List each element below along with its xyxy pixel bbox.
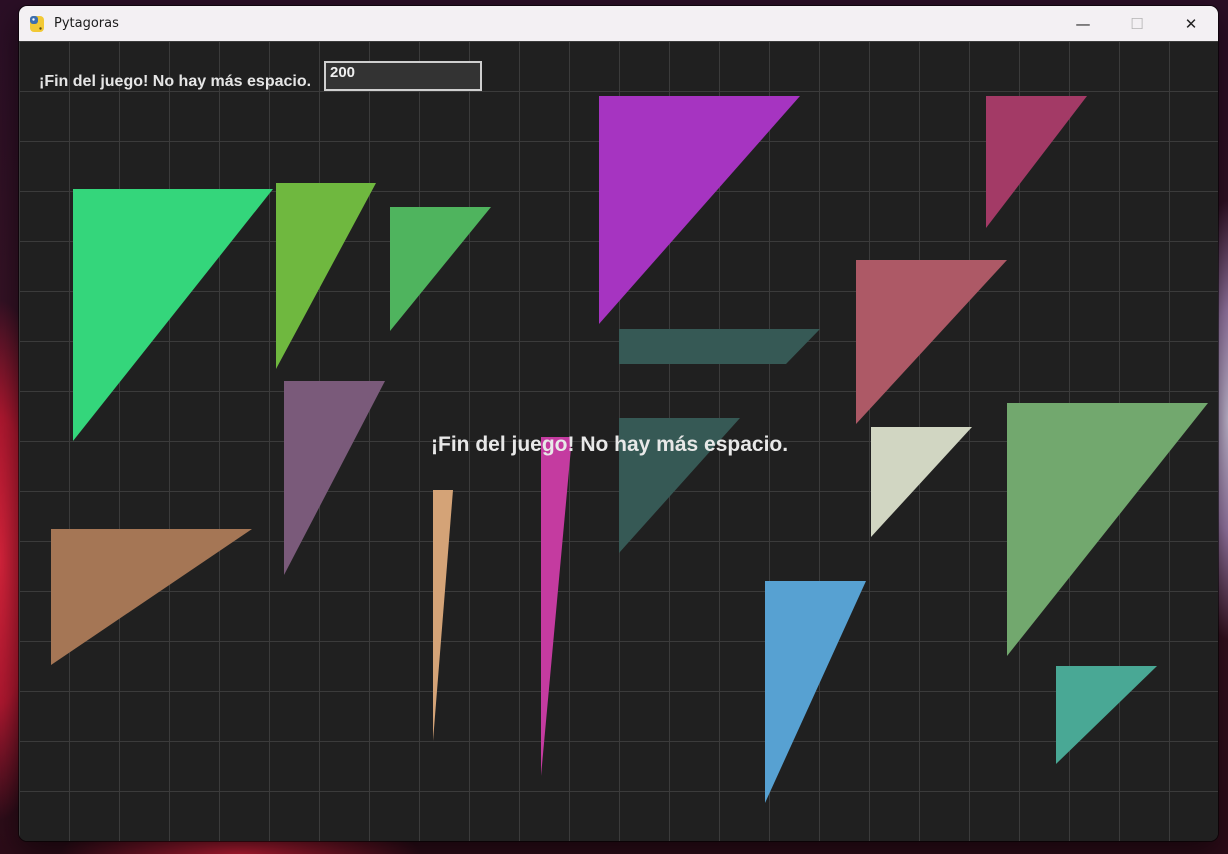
triangle-crimson [986, 96, 1087, 228]
window-controls: — ☐ ✕ [1056, 6, 1218, 41]
python-snake-icon [30, 15, 44, 32]
size-input-value: 200 [330, 64, 356, 81]
close-button[interactable]: ✕ [1164, 6, 1218, 41]
triangle-dark-teal-top [619, 329, 820, 364]
title-bar[interactable]: Pytagoras — ☐ ✕ [19, 6, 1218, 41]
triangle-brown [51, 529, 252, 665]
app-window: Pytagoras — ☐ ✕ ¡Fin del juego! No hay m… [19, 6, 1218, 841]
size-input[interactable]: 200 [324, 61, 482, 91]
triangle-tan-sliver [433, 490, 453, 741]
maximize-button[interactable]: ☐ [1110, 6, 1164, 41]
minimize-button[interactable]: — [1056, 6, 1110, 41]
triangle-medium-green [390, 207, 491, 331]
triangle-green-large [73, 189, 273, 441]
triangle-olive-green [276, 183, 376, 369]
window-title: Pytagoras [54, 16, 119, 31]
triangle-purple [599, 96, 800, 324]
hud-message: ¡Fin del juego! No hay más espacio. [39, 73, 312, 90]
triangle-teal [1056, 666, 1157, 764]
triangle-mauve [284, 381, 385, 575]
game-canvas[interactable]: ¡Fin del juego! No hay más espacio. 200 … [19, 41, 1218, 841]
triangle-light-sage [871, 427, 972, 537]
game-over-message: ¡Fin del juego! No hay más espacio. [431, 433, 789, 456]
triangle-blue [765, 581, 866, 803]
triangle-sage-large [1007, 403, 1208, 656]
triangle-rose [856, 260, 1007, 424]
triangle-magenta-sliver [541, 437, 572, 776]
